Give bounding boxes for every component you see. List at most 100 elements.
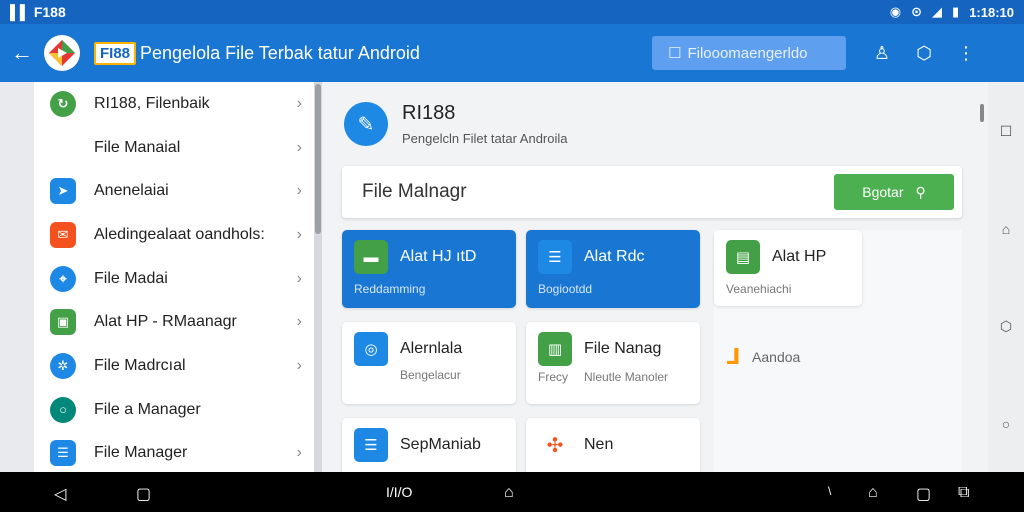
card-aandoa[interactable]: ⅃ Aandoa bbox=[714, 334, 862, 374]
card-file-nanag[interactable]: ▥ File Nanag Frecy Nleutle Manoler bbox=[526, 322, 700, 404]
drawer-scrollbar[interactable] bbox=[314, 82, 322, 472]
card-title: File Nanag bbox=[584, 340, 662, 357]
drawer-item-alat-hp[interactable]: ▣ Alat HP - RMaanagr › bbox=[34, 300, 314, 344]
square-icon[interactable]: ☐ bbox=[998, 123, 1014, 140]
drawer-item-file-a-manager[interactable]: ○ File a Manager bbox=[34, 388, 314, 432]
card-alat-hj[interactable]: ▬ Alat HJ ıtD Reddamming bbox=[342, 230, 516, 308]
drawer-item-filenbaik[interactable]: ↻ RI188, Filenbaik › bbox=[34, 82, 314, 126]
drawer-item-label: Anenelaiai bbox=[94, 182, 169, 200]
drawer-scrollbar-thumb[interactable] bbox=[315, 84, 321, 234]
system-nav-bar: ◁ ▢ I/I/O ⌂ \ ⌂ ▢ ⧉ bbox=[0, 472, 1024, 512]
card-subtitle: Bengelacur bbox=[400, 368, 461, 382]
status-bar: ▌▌ F188 ◉ ⊙ ◢ ▮ 1:18:10 bbox=[0, 0, 1024, 24]
circle-icon: ○ bbox=[50, 396, 76, 423]
drawer-item-label: File Madai bbox=[94, 269, 168, 287]
clock: 1:18:10 bbox=[969, 4, 1014, 20]
appbar-search-field[interactable]: ☐ Filooomaengerldo bbox=[652, 36, 846, 70]
navigation-drawer: ↻ RI188, Filenbaik › File Manaial › ➤ An… bbox=[34, 82, 314, 472]
disc-icon: ◎ bbox=[354, 332, 388, 366]
nav-fold-icon[interactable]: ⌂ bbox=[868, 484, 878, 502]
chevron-right-icon: › bbox=[296, 269, 302, 287]
puzzle-icon: ✣ bbox=[546, 434, 564, 457]
main-scrollbar-thumb[interactable] bbox=[980, 104, 984, 122]
nav-overview-icon[interactable]: ⧉ bbox=[958, 484, 969, 502]
card-subtitle: Bogiootdd bbox=[538, 282, 593, 296]
drawer-item-file-manager[interactable]: ☰ File Manager › bbox=[34, 432, 314, 473]
chevron-right-icon: › bbox=[296, 138, 302, 156]
chat-icon: ▬ bbox=[354, 240, 388, 274]
card-title: Alat HJ ıtD bbox=[400, 248, 477, 265]
gear-icon: ✲ bbox=[50, 352, 76, 379]
circle-outline-icon[interactable]: ○ bbox=[998, 416, 1014, 432]
card-alernlala[interactable]: ◎ Alernlala Bengelacur bbox=[342, 322, 516, 404]
drawer-item-label: File Manager bbox=[94, 444, 188, 462]
chevron-right-icon: › bbox=[296, 94, 302, 112]
hero-subtitle: Pengelcln Filet tatar Androila bbox=[402, 131, 568, 146]
main-panel: ✎ RI188 Pengelcln Filet tatar Androila F… bbox=[322, 82, 988, 478]
shield-icon[interactable]: ⬡ bbox=[914, 43, 934, 64]
app-logo-icon bbox=[49, 40, 75, 66]
drawer-item-anenelaiai[interactable]: ➤ Anenelaiai › bbox=[34, 169, 314, 213]
card-caption: Frecy bbox=[538, 370, 568, 384]
hexagon-icon[interactable]: ⬡ bbox=[998, 318, 1014, 335]
drawer-item-label: RI188, Filenbaik bbox=[94, 94, 210, 112]
hero-title: RI188 bbox=[402, 102, 456, 124]
drawer-item-label: File Manaial bbox=[94, 138, 181, 156]
card-nen[interactable]: ✣ Nen bbox=[526, 418, 700, 478]
chevron-right-icon: › bbox=[296, 313, 302, 331]
search-button[interactable]: Bgotar ⚲ bbox=[834, 174, 954, 210]
back-arrow-icon[interactable]: ← bbox=[0, 40, 44, 66]
drawer-item-aledingealaat[interactable]: ✉ Aledingealaat oandhols: › bbox=[34, 213, 314, 257]
hero-header: ✎ RI188 Pengelcln Filet tatar Androila bbox=[344, 102, 567, 146]
card-title: Alat HP bbox=[772, 248, 827, 265]
mail-icon: ✉ bbox=[50, 221, 76, 248]
nav-recents-icon[interactable]: ▢ bbox=[136, 484, 151, 504]
drawer-item-file-madrcial[interactable]: ✲ File Madrcıal › bbox=[34, 344, 314, 388]
wifi-icon: ◢ bbox=[932, 4, 943, 19]
drawer-item-file-madai[interactable]: ⌖ File Madai › bbox=[34, 257, 314, 301]
grid-icon: ▥ bbox=[538, 332, 572, 366]
alarm-icon: ◉ bbox=[889, 4, 902, 19]
chevron-right-icon: › bbox=[296, 444, 302, 462]
signal-icon: ▌▌ bbox=[10, 4, 30, 20]
app-logo bbox=[44, 35, 80, 71]
search-input[interactable]: File Malnagr bbox=[362, 181, 834, 203]
card-title: Alernlala bbox=[400, 340, 463, 357]
sync-icon: ⊙ bbox=[911, 4, 923, 19]
appbar-search-placeholder: Filooomaengerldo bbox=[687, 44, 808, 62]
card-alat-rdc[interactable]: ☰ Alat Rdc Bogiootdd bbox=[526, 230, 700, 308]
drawer-item-label: File Madrcıal bbox=[94, 356, 186, 374]
folder-logo-icon: ✎ bbox=[344, 102, 388, 146]
more-vert-icon[interactable]: ⋮ bbox=[956, 43, 976, 64]
list-icon: ☰ bbox=[50, 440, 76, 467]
card-alat-hp[interactable]: ▤ Alat HP Veanehiachi bbox=[714, 230, 862, 306]
app-bar: ← FI88 Pengelola File Terbak tatur Andro… bbox=[0, 24, 1024, 82]
right-rail: ☐ ⌂ ⬡ ○ bbox=[988, 82, 1024, 472]
card-sepmaniab[interactable]: ☰ SepManiab bbox=[342, 418, 516, 478]
title-badge: FI88 bbox=[94, 41, 137, 65]
home-outline-icon[interactable]: ⌂ bbox=[998, 221, 1014, 237]
image-icon: ▣ bbox=[50, 309, 76, 336]
drawer-item-label: File a Manager bbox=[94, 400, 201, 418]
card-title: Nen bbox=[584, 436, 614, 453]
drawer-item-file-manaial[interactable]: File Manaial › bbox=[34, 126, 314, 170]
battery-icon: ▮ bbox=[952, 4, 960, 19]
chevron-right-icon: › bbox=[296, 225, 302, 243]
drawer-item-label: Alat HP - RMaanagr bbox=[94, 313, 237, 331]
nav-chevron-icon[interactable]: \ bbox=[828, 484, 831, 498]
document-icon: ▤ bbox=[726, 240, 760, 274]
nav-home-icon[interactable]: ⌂ bbox=[504, 484, 514, 502]
chevron-right-icon: › bbox=[296, 356, 302, 374]
nav-center-label[interactable]: I/I/O bbox=[386, 484, 412, 500]
profile-icon[interactable]: ♙ bbox=[872, 43, 892, 64]
refresh-icon: ↻ bbox=[50, 90, 76, 117]
card-title: Aandoa bbox=[752, 349, 801, 365]
drawer-item-label: Aledingealaat oandhols: bbox=[94, 225, 265, 243]
nav-window-icon[interactable]: ▢ bbox=[916, 484, 931, 504]
card-subtitle: Nleutle Manoler bbox=[584, 370, 669, 384]
menu-icon: ☰ bbox=[354, 428, 388, 462]
nav-back-icon[interactable]: ◁ bbox=[54, 484, 66, 504]
card-subtitle: Reddamming bbox=[354, 282, 426, 296]
arrow-logo-icon: ⅃ bbox=[726, 344, 741, 369]
compass-icon: ⌖ bbox=[50, 265, 76, 292]
